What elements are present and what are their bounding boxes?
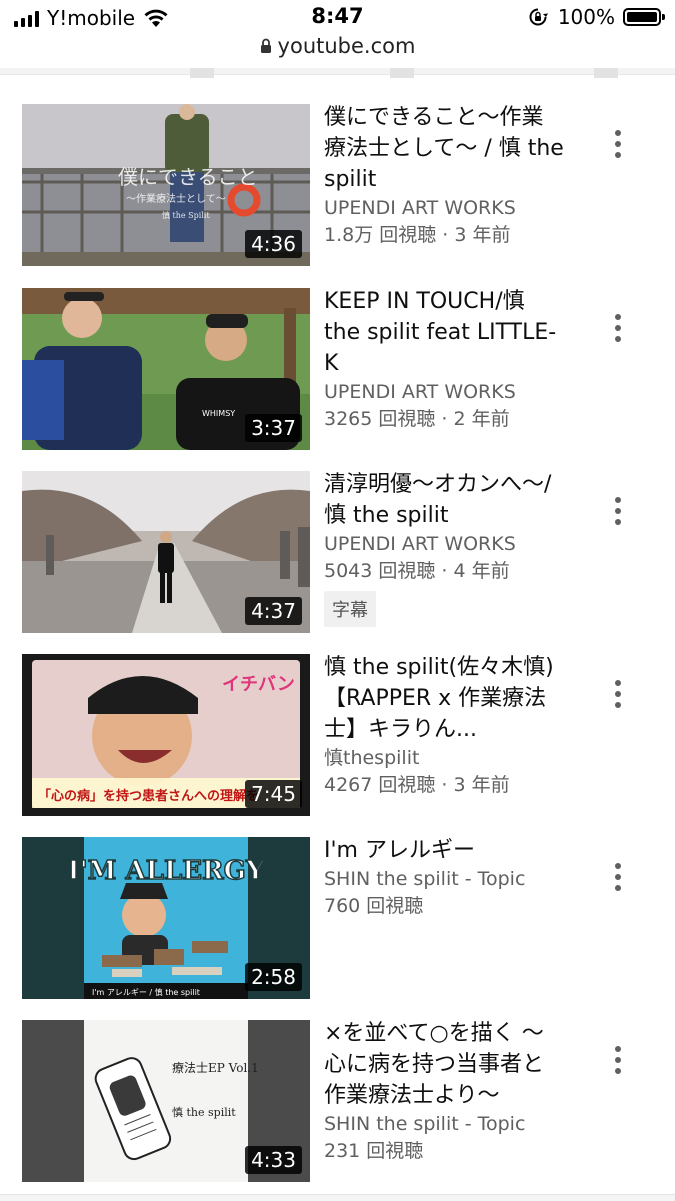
status-bar: Y!mobile 8:47 100% <box>0 0 675 36</box>
video-item[interactable]: 療法士EP Vol.1 慎 the spilit 4:33 ×を並べて○を描く … <box>0 1020 675 1182</box>
view-stats: 5043 回視聴 · 4 年前 <box>324 560 510 582</box>
video-info[interactable]: 清淳明優〜オカンへ〜/慎 the spilit UPENDI ART WORKS… <box>324 469 564 627</box>
url-bar[interactable]: youtube.com <box>0 34 675 68</box>
video-thumbnail[interactable]: 4:37 <box>22 471 310 633</box>
video-info[interactable]: ×を並べて○を描く 〜心に病を持つ当事者と作業療法士より〜 SHIN the s… <box>324 1018 564 1165</box>
channel-name: SHIN the spilit - Topic <box>324 868 526 890</box>
thumb-note: 療法士EP Vol.1 <box>172 1061 259 1075</box>
video-title[interactable]: KEEP IN TOUCH/慎 the spilit feat LITTLE-K <box>324 286 564 379</box>
view-stats: 1.8万 回視聴 · 3 年前 <box>324 224 511 246</box>
thumb-subcaption: 〜作業療法士として〜 <box>126 192 226 205</box>
video-thumbnail[interactable]: I'M ALLERGY I'm アレルギー / 慎 the spilit 2:5… <box>22 837 310 999</box>
video-info[interactable]: KEEP IN TOUCH/慎 the spilit feat LITTLE-K… <box>324 286 564 433</box>
thumb-credit: 慎 the Spilit <box>162 210 210 220</box>
thumb-credit: 慎 the spilit <box>172 1105 236 1119</box>
toolbar-edge <box>0 68 675 78</box>
channel-name: UPENDI ART WORKS <box>324 533 516 555</box>
orientation-lock-icon <box>529 8 548 26</box>
view-stats: 3265 回視聴 · 2 年前 <box>324 408 510 430</box>
video-item[interactable]: I'M ALLERGY I'm アレルギー / 慎 the spilit 2:5… <box>0 837 675 999</box>
video-info[interactable]: 僕にできること〜作業療法士として〜 / 慎 the spilit UPENDI … <box>324 102 564 249</box>
video-duration: 4:36 <box>245 230 302 258</box>
thumb-heading: I'M ALLERGY <box>68 856 265 886</box>
view-stats: 231 回視聴 <box>324 1140 424 1162</box>
video-title[interactable]: I'm アレルギー <box>324 835 564 866</box>
video-item[interactable]: 僕にできること 〜作業療法士として〜 慎 the Spilit 4:36 僕にで… <box>0 104 675 266</box>
video-duration: 4:37 <box>245 597 302 625</box>
video-duration: 2:58 <box>245 963 302 991</box>
video-title[interactable]: ×を並べて○を描く 〜心に病を持つ当事者と作業療法士より〜 <box>324 1018 564 1111</box>
url-domain[interactable]: youtube.com <box>278 34 416 58</box>
thumb-tv-caption: 「心の病」を持つ患者さんへの理解を <box>38 788 259 804</box>
view-stats: 760 回視聴 <box>324 895 424 917</box>
video-info[interactable]: 慎 the spilit(佐々木慎) 【RAPPER x 作業療法士】キラりん.… <box>324 652 564 799</box>
more-vert-icon[interactable] <box>603 491 633 531</box>
video-duration: 3:37 <box>245 414 302 442</box>
video-duration: 4:33 <box>245 1146 302 1174</box>
video-thumbnail[interactable]: イチバン 「心の病」を持つ患者さんへの理解を 7:45 <box>22 654 310 816</box>
captions-badge: 字幕 <box>324 591 376 627</box>
video-item[interactable]: イチバン 「心の病」を持つ患者さんへの理解を 7:45 慎 the spilit… <box>0 654 675 816</box>
channel-name: UPENDI ART WORKS <box>324 381 516 403</box>
video-thumbnail[interactable]: WHIMSY 3:37 <box>22 288 310 450</box>
video-info[interactable]: I'm アレルギー SHIN the spilit - Topic 760 回視… <box>324 835 564 920</box>
view-stats: 4267 回視聴 · 3 年前 <box>324 774 510 796</box>
thumb-tv-title: イチバン <box>222 674 295 695</box>
video-title[interactable]: 慎 the spilit(佐々木慎) 【RAPPER x 作業療法士】キラりん.… <box>324 652 564 745</box>
channel-name: SHIN the spilit - Topic <box>324 1113 526 1135</box>
channel-name: UPENDI ART WORKS <box>324 197 516 219</box>
more-vert-icon[interactable] <box>603 1040 633 1080</box>
video-item[interactable]: 4:37 清淳明優〜オカンへ〜/慎 the spilit UPENDI ART … <box>0 471 675 633</box>
more-vert-icon[interactable] <box>603 674 633 714</box>
battery-icon <box>623 8 665 26</box>
video-thumbnail[interactable]: 僕にできること 〜作業療法士として〜 慎 the Spilit 4:36 <box>22 104 310 266</box>
padlock-icon <box>260 38 271 53</box>
video-thumbnail[interactable]: 療法士EP Vol.1 慎 the spilit 4:33 <box>22 1020 310 1182</box>
more-vert-icon[interactable] <box>603 124 633 164</box>
video-title[interactable]: 僕にできること〜作業療法士として〜 / 慎 the spilit <box>324 102 564 195</box>
status-right: 100% <box>528 5 665 29</box>
video-duration: 7:45 <box>245 780 302 808</box>
battery-percent: 100% <box>557 5 615 29</box>
more-vert-icon[interactable] <box>603 857 633 897</box>
more-vert-icon[interactable] <box>603 308 633 348</box>
thumb-caption: 僕にできること <box>118 165 258 189</box>
video-title[interactable]: 清淳明優〜オカンへ〜/慎 the spilit <box>324 469 564 531</box>
video-item[interactable]: WHIMSY 3:37 KEEP IN TOUCH/慎 the spilit f… <box>0 288 675 450</box>
thumb-footer: I'm アレルギー / 慎 the spilit <box>92 987 200 997</box>
thumb-shirt-text: WHIMSY <box>202 409 235 418</box>
channel-name: 慎thespilit <box>324 747 420 769</box>
